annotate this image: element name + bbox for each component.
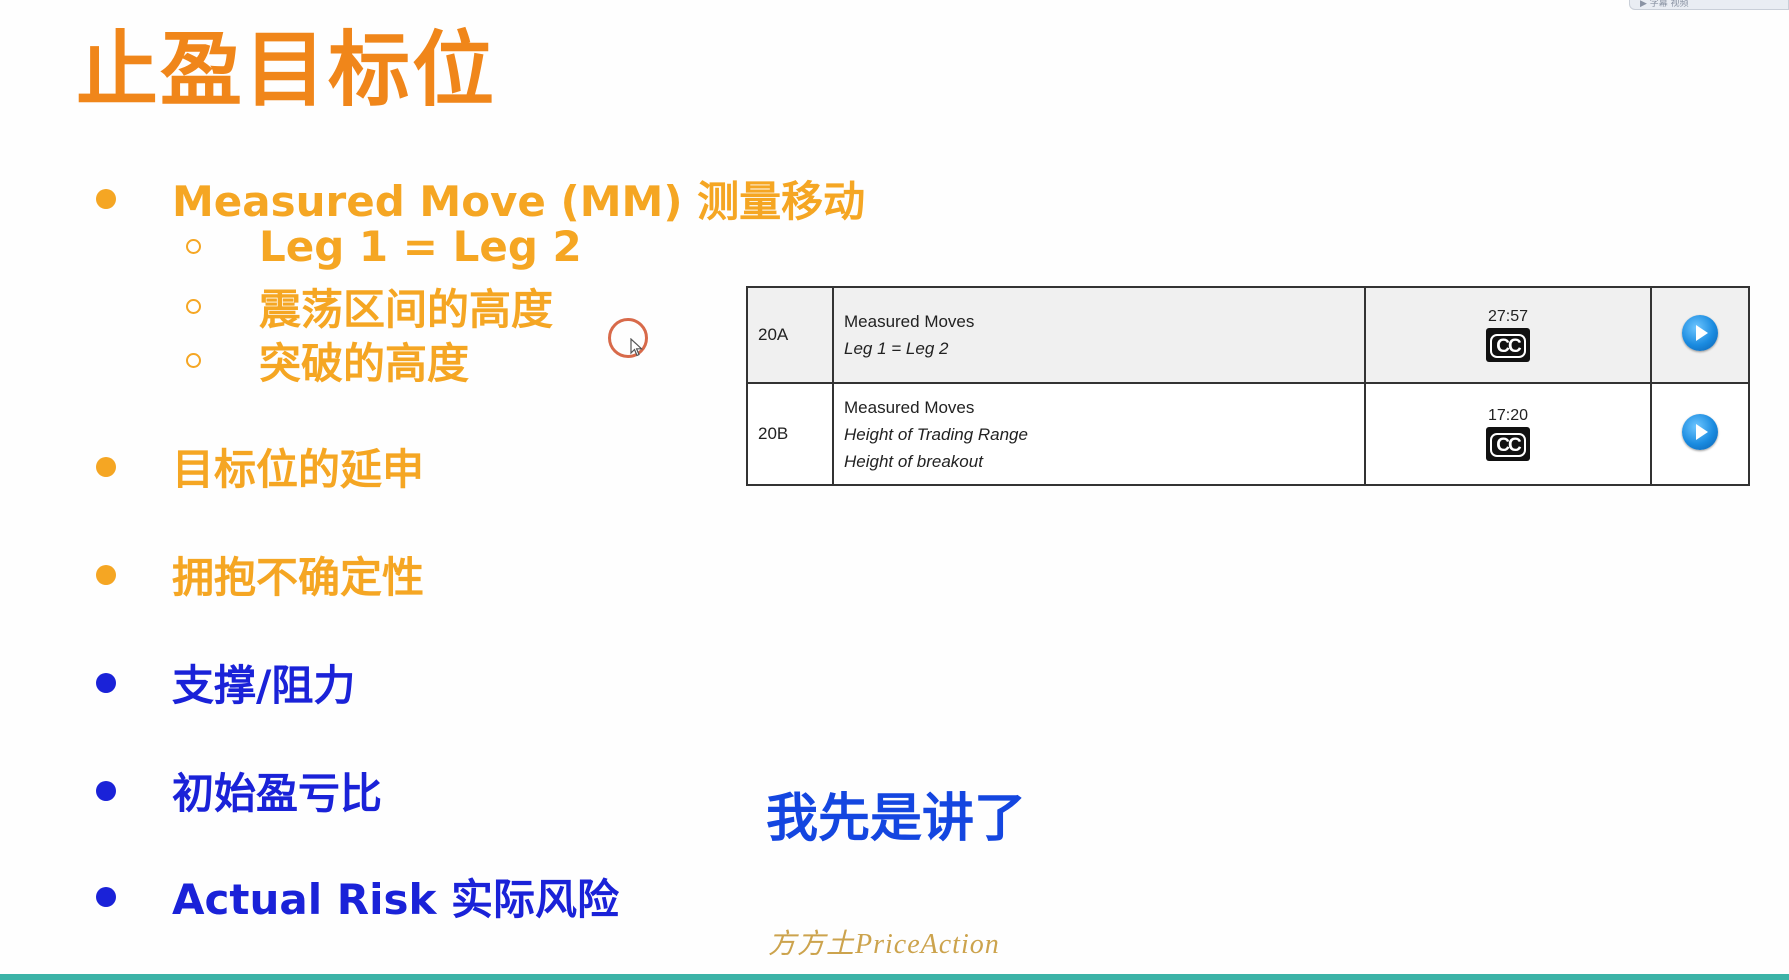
bullet-text: 初始盈亏比 [172,769,383,818]
slide: ▶ 字幕 视频 止盈目标位 Measured Move (MM) 测量移动 Le… [0,0,1789,980]
table-row: 20B Measured Moves Height of Trading Ran… [746,382,1750,486]
play-icon[interactable] [1682,314,1718,351]
bullet-support-resistance: 支撑/阻力 [96,652,355,713]
bullet-dot-icon [96,564,116,585]
sub-bullet-text: 突破的高度 [259,339,470,388]
bullet-text: 支撑/阻力 [172,661,356,710]
lesson-duration: 17:20 [1487,407,1529,424]
video-lesson-table: 20A Measured Moves Leg 1 = Leg 2 27:57 C… [746,286,1750,486]
sub-bullet-text: Leg 1 = Leg 2 [259,222,582,271]
bullet-measured-move: Measured Move (MM) 测量移动 [96,168,865,229]
watermark: 方方土PriceAction [768,929,1000,960]
slide-title: 止盈目标位 [76,23,497,118]
bullet-text: 目标位的延申 [172,445,425,494]
sub-bullet-leg: Leg 1 = Leg 2 [186,222,582,271]
lesson-title: Measured Moves [844,312,975,331]
lesson-play-cell [1650,382,1750,486]
bullet-dot-icon [96,456,116,477]
lesson-subtopic: Leg 1 = Leg 2 [844,339,949,358]
sub-bullet-ring-icon [186,299,201,314]
bullet-text: Actual Risk 实际风险 [172,875,620,924]
lesson-subtopic: Height of breakout [844,451,983,471]
bullet-dot-icon [96,188,116,209]
sub-bullet-breakout-height: 突破的高度 [186,330,469,391]
closed-captions-icon: CC [1486,427,1530,461]
bullet-text: 拥抱不确定性 [172,553,425,602]
sub-bullet-range-height: 震荡区间的高度 [186,276,553,337]
sub-bullet-ring-icon [186,353,201,368]
lesson-description-cell: Measured Moves Height of Trading Range H… [832,382,1366,486]
bullet-text: Measured Move (MM) 测量移动 [172,177,866,226]
lesson-description-cell: Measured Moves Leg 1 = Leg 2 [832,286,1366,384]
lesson-id-cell: 20A [746,286,834,384]
play-icon[interactable] [1682,413,1718,450]
lesson-id-cell: 20B [746,382,834,486]
table-row: 20A Measured Moves Leg 1 = Leg 2 27:57 C… [746,286,1750,384]
bullet-initial-rr: 初始盈亏比 [96,760,382,821]
bullet-target-extension: 目标位的延申 [96,436,424,497]
cursor-arrow-icon [630,338,644,357]
lesson-duration-cell: 27:57 CC [1364,286,1652,384]
sub-bullet-text: 震荡区间的高度 [259,285,554,334]
bullet-dot-icon [96,886,116,907]
lesson-duration-cell: 17:20 CC [1364,382,1652,486]
mouse-cursor-indicator [608,318,654,364]
lesson-subtopic: Height of Trading Range [844,424,1028,444]
lesson-play-cell [1650,286,1750,384]
bullet-embrace-uncertainty: 拥抱不确定性 [96,544,424,605]
closed-captions-icon: CC [1486,328,1530,362]
subtitle-caption: 我先是讲了 [766,789,1027,849]
top-toolbar-widget[interactable]: ▶ 字幕 视频 [1629,0,1789,10]
bullet-dot-icon [96,780,116,801]
bullet-actual-risk: Actual Risk 实际风险 [96,866,619,927]
bullet-dot-icon [96,672,116,693]
sub-bullet-ring-icon [186,239,201,254]
lesson-title: Measured Moves [844,397,975,417]
lesson-duration: 27:57 [1487,308,1529,325]
bottom-progress-bar [0,974,1789,980]
